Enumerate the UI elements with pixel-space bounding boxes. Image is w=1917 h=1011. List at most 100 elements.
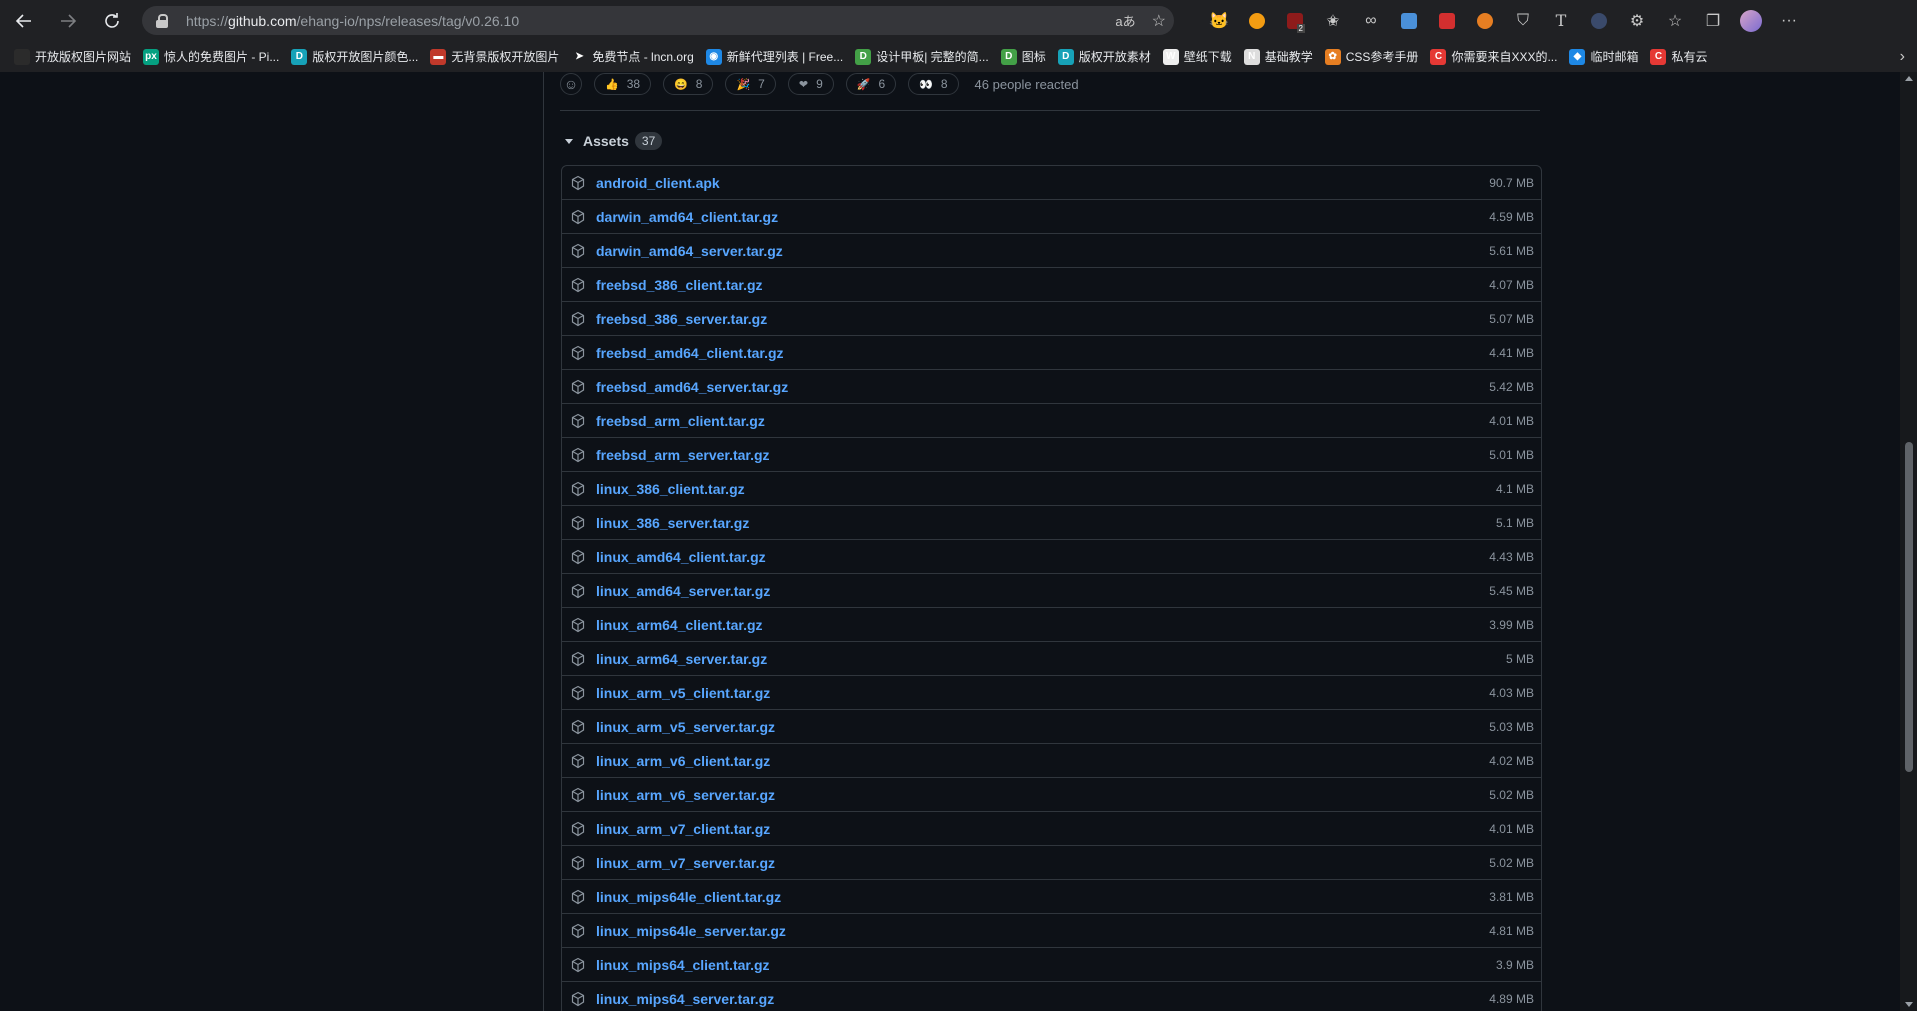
asset-download-link[interactable]: linux_mips64_server.tar.gz [596, 991, 774, 1007]
bookmark-item[interactable]: ◉ 新鲜代理列表 | Free... [700, 41, 849, 72]
reaction-pill[interactable]: 😄 8 [663, 73, 714, 95]
asset-download-link[interactable]: freebsd_amd64_client.tar.gz [596, 345, 784, 361]
asset-download-link[interactable]: linux_mips64le_server.tar.gz [596, 923, 786, 939]
more-icon[interactable]: ··· [1770, 0, 1808, 41]
asset-download-link[interactable]: linux_mips64le_client.tar.gz [596, 889, 781, 905]
profile-button[interactable] [1732, 0, 1770, 41]
translate-icon[interactable]: aあ [1115, 11, 1135, 30]
asset-download-link[interactable]: freebsd_amd64_server.tar.gz [596, 379, 788, 395]
scroll-down-icon[interactable] [1905, 1002, 1913, 1007]
bird-icon[interactable] [1238, 0, 1276, 41]
asset-download-link[interactable]: linux_arm_v7_server.tar.gz [596, 855, 775, 871]
asset-download-link[interactable]: linux_amd64_client.tar.gz [596, 549, 766, 565]
asset-download-link[interactable]: linux_arm_v6_client.tar.gz [596, 753, 770, 769]
asset-download-link[interactable]: linux_arm_v5_client.tar.gz [596, 685, 770, 701]
lock-icon[interactable] [156, 13, 168, 28]
reaction-pill[interactable]: ❤ 9 [787, 73, 834, 95]
infinity-icon[interactable]: ∞ [1352, 0, 1390, 41]
back-button[interactable] [2, 0, 46, 41]
bookmark-item[interactable]: 开放版权图片网站 [8, 41, 137, 72]
asset-download-link[interactable]: freebsd_386_client.tar.gz [596, 277, 763, 293]
asset-download-link[interactable]: linux_arm_v7_client.tar.gz [596, 821, 770, 837]
bookmark-item[interactable]: px 惊人的免费图片 - Pi... [137, 41, 285, 72]
scroll-up-icon[interactable] [1905, 76, 1913, 81]
cat-icon[interactable]: 🐱 [1200, 0, 1238, 41]
asset-download-link[interactable]: darwin_amd64_client.tar.gz [596, 209, 778, 225]
asset-row: linux_mips64le_client.tar.gz 3.81 MB [562, 879, 1541, 913]
asset-size: 3.99 MB [1489, 617, 1534, 632]
bookmark-item[interactable]: D 版权开放素材 [1052, 41, 1157, 72]
url-text[interactable]: https://github.com/ehang-io/nps/releases… [186, 13, 519, 29]
forward-button[interactable] [46, 0, 90, 41]
asset-download-link[interactable]: linux_arm_v5_server.tar.gz [596, 719, 775, 735]
asset-size: 5.42 MB [1489, 379, 1534, 394]
page-scrollbar[interactable] [1900, 72, 1917, 1011]
asset-row: linux_amd64_client.tar.gz 4.43 MB [562, 539, 1541, 573]
cursor-icon[interactable] [1580, 0, 1618, 41]
star-add-icon[interactable]: ☆ [1152, 11, 1166, 31]
package-icon [571, 957, 585, 972]
asset-download-link[interactable]: darwin_amd64_server.tar.gz [596, 243, 783, 259]
star-icon[interactable]: ✬ [1314, 0, 1352, 41]
reaction-pill[interactable]: 🎉 7 [725, 73, 776, 95]
sidebar-divider [543, 72, 544, 1011]
shield-icon[interactable]: ⛉ [1504, 0, 1542, 41]
reload-button[interactable] [90, 0, 134, 41]
asset-size: 4.89 MB [1489, 991, 1534, 1006]
red-square-icon[interactable] [1428, 0, 1466, 41]
asset-row: linux_arm_v5_server.tar.gz 5.03 MB [562, 709, 1541, 743]
reaction-pill[interactable]: 🚀 6 [845, 73, 897, 95]
bookmark-item[interactable]: N 基础教学 [1238, 41, 1319, 72]
asset-download-link[interactable]: linux_mips64_client.tar.gz [596, 957, 770, 973]
reaction-pill[interactable]: 👀 8 [908, 73, 959, 95]
add-reaction-icon[interactable]: ☺ [560, 73, 582, 95]
asset-row: android_client.apk 90.7 MB [562, 166, 1541, 199]
bookmark-item[interactable]: ➤ 免费节点 - lncn.org [565, 41, 699, 72]
reaction-pill[interactable]: 👍 38 [594, 73, 652, 95]
fox-icon[interactable] [1466, 0, 1504, 41]
asset-size: 5.01 MB [1489, 447, 1534, 462]
collections-icon[interactable]: ❐ [1694, 0, 1732, 41]
bookmark-label: 私有云 [1671, 50, 1708, 64]
asset-download-link[interactable]: freebsd_386_server.tar.gz [596, 311, 767, 327]
asset-download-link[interactable]: freebsd_arm_server.tar.gz [596, 447, 770, 463]
favorites-icon[interactable]: ☆ [1656, 0, 1694, 41]
scrollbar-thumb[interactable] [1905, 442, 1913, 772]
bookmark-item[interactable]: C 你需要来自XXX的... [1424, 41, 1563, 72]
chevron-right-icon[interactable]: › [1900, 41, 1905, 72]
puzzle-icon[interactable]: ⚙ [1618, 0, 1656, 41]
asset-download-link[interactable]: linux_arm64_client.tar.gz [596, 617, 763, 633]
asset-size: 4.81 MB [1489, 923, 1534, 938]
asset-row: linux_arm_v7_server.tar.gz 5.02 MB [562, 845, 1541, 879]
asset-download-link[interactable]: freebsd_arm_client.tar.gz [596, 413, 765, 429]
bookmark-item[interactable]: ◆ 临时邮箱 [1563, 41, 1644, 72]
reaction-emoji-icon: 😄 [674, 78, 688, 91]
bookmark-favicon-icon: D [1057, 48, 1074, 65]
bookmark-item[interactable]: D 版权开放图片颜色... [285, 41, 424, 72]
asset-download-link[interactable]: linux_386_server.tar.gz [596, 515, 749, 531]
text-t-icon[interactable]: T [1542, 0, 1580, 41]
package-icon [571, 311, 585, 326]
reaction-emoji-icon: 🚀 [856, 78, 871, 91]
image-icon[interactable] [1390, 0, 1428, 41]
bookmark-item[interactable]: W 壁纸下载 [1157, 41, 1238, 72]
bookmark-item[interactable]: ▬ 无背景版权开放图片 [424, 41, 565, 72]
bookmark-item[interactable]: D 设计甲板| 完整的简... [849, 41, 994, 72]
address-bar[interactable]: https://github.com/ehang-io/nps/releases… [142, 6, 1174, 35]
asset-download-link[interactable]: linux_arm_v6_server.tar.gz [596, 787, 775, 803]
ublock-icon[interactable]: 2 [1276, 0, 1314, 41]
asset-size: 4.02 MB [1489, 753, 1534, 768]
bookmark-item[interactable]: D 图标 [995, 41, 1052, 72]
bookmark-label: 新鲜代理列表 | Free... [726, 50, 844, 64]
reaction-count: 9 [816, 77, 823, 91]
bookmarks-bar: 开放版权图片网站 px 惊人的免费图片 - Pi... D 版权开放图片颜色... ▬ 无背… [0, 41, 1917, 72]
package-icon [571, 447, 585, 462]
bookmark-item[interactable]: C 私有云 [1644, 41, 1713, 72]
asset-download-link[interactable]: linux_amd64_server.tar.gz [596, 583, 770, 599]
asset-download-link[interactable]: linux_arm64_server.tar.gz [596, 651, 767, 667]
package-icon [571, 617, 585, 632]
asset-download-link[interactable]: linux_386_client.tar.gz [596, 481, 745, 497]
bookmark-item[interactable]: ✿ CSS参考手册 [1319, 41, 1425, 72]
asset-download-link[interactable]: android_client.apk [596, 175, 720, 191]
assets-toggle[interactable]: Assets 37 [560, 130, 663, 152]
